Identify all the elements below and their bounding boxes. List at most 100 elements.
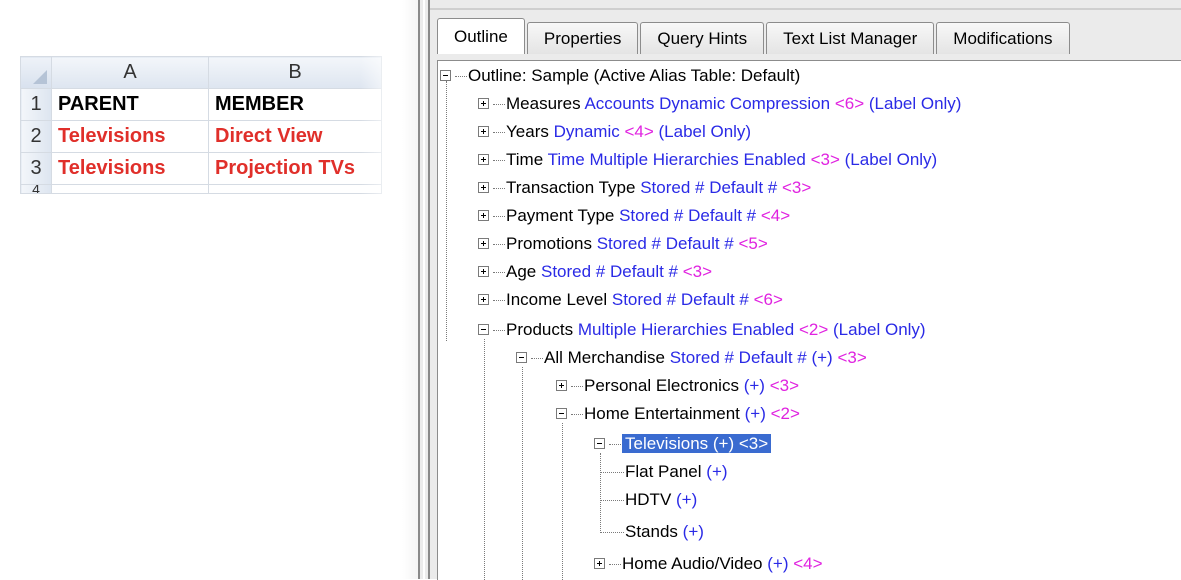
cell-a3[interactable]: Televisions	[51, 152, 209, 185]
tree-connector	[493, 330, 505, 332]
expand-icon[interactable]	[478, 154, 489, 165]
node-properties: (+)	[682, 522, 704, 541]
node-properties: Stored # Default # (+)	[669, 348, 833, 367]
outline-tree: Outline: Sample (Active Alias Table: Def…	[437, 60, 1181, 580]
window-splitter[interactable]	[418, 0, 430, 579]
spreadsheet-grid: A B 1 PARENT MEMBER 2 Televisions Direct…	[20, 56, 382, 194]
node-properties: (+)	[767, 554, 789, 573]
tree-connector	[493, 272, 505, 274]
tree-node-measures[interactable]: Measures Accounts Dynamic Compression <6…	[478, 91, 961, 117]
tab-query-hints[interactable]: Query Hints	[640, 22, 765, 54]
tree-node-flat-panel[interactable]: Flat Panel (+)	[600, 459, 728, 485]
tree-guide-line	[562, 423, 563, 580]
sheet-row: 4	[20, 184, 382, 194]
node-child-count: <6>	[834, 94, 865, 113]
tree-node-home-audio-video[interactable]: Home Audio/Video (+) <4>	[594, 551, 823, 577]
tree-connector	[493, 132, 505, 134]
node-properties: Stored # Default #	[596, 234, 734, 253]
node-label-only: (Label Only)	[868, 94, 962, 113]
cell-a1[interactable]: PARENT	[51, 88, 209, 121]
tab-properties[interactable]: Properties	[526, 22, 639, 54]
node-child-count: <2>	[770, 404, 800, 423]
tab-outline[interactable]: Outline	[437, 18, 525, 54]
column-header-a[interactable]: A	[51, 56, 209, 89]
expand-icon[interactable]	[478, 210, 489, 221]
node-child-count: <2>	[798, 320, 829, 339]
node-name: Home Entertainment	[584, 404, 740, 423]
cell-b3[interactable]: Projection TVs	[208, 152, 382, 185]
node-properties: Dynamic	[553, 122, 625, 141]
cell-b4[interactable]	[208, 184, 382, 194]
tree-node-payment-type[interactable]: Payment Type Stored # Default # <4>	[478, 203, 790, 229]
node-label-only: (Label Only)	[844, 150, 938, 169]
row-header[interactable]: 3	[20, 152, 52, 185]
expand-icon[interactable]	[478, 182, 489, 193]
cell-b2[interactable]: Direct View	[208, 120, 382, 153]
node-name: Payment Type	[506, 206, 615, 225]
tree-node-all-merchandise[interactable]: All Merchandise Stored # Default # (+) <…	[516, 345, 867, 371]
tab-label: Text List Manager	[783, 28, 918, 48]
tree-connector	[493, 160, 505, 162]
cell-b1[interactable]: MEMBER	[208, 88, 382, 121]
cell-a2[interactable]: Televisions	[51, 120, 209, 153]
expand-icon[interactable]	[478, 126, 489, 137]
tab-label: Modifications	[953, 28, 1053, 48]
node-child-count: <3>	[769, 376, 799, 395]
expand-icon[interactable]	[478, 294, 489, 305]
node-properties: Stored # Default #	[611, 290, 749, 309]
expand-icon[interactable]	[478, 98, 489, 109]
tree-connector	[493, 216, 505, 218]
tree-connector	[493, 104, 505, 106]
tree-node-years[interactable]: Years Dynamic <4> (Label Only)	[478, 119, 751, 145]
node-child-count: <3>	[682, 262, 713, 281]
image-fade-edge	[360, 0, 420, 579]
tab-label: Outline	[454, 26, 508, 46]
collapse-icon[interactable]	[478, 324, 489, 335]
tree-node-income-level[interactable]: Income Level Stored # Default # <6>	[478, 287, 783, 313]
node-properties: Stored # Default #	[619, 206, 757, 225]
tree-connector	[609, 564, 621, 566]
tree-root-node[interactable]: Outline: Sample (Active Alias Table: Def…	[440, 63, 800, 89]
column-header-b[interactable]: B	[208, 56, 382, 89]
collapse-icon[interactable]	[516, 352, 527, 363]
tab-text-list-manager[interactable]: Text List Manager	[766, 22, 935, 54]
tree-node-personal-electronics[interactable]: Personal Electronics (+) <3>	[556, 373, 799, 399]
collapse-icon[interactable]	[594, 438, 605, 449]
tab-label: Query Hints	[657, 28, 748, 48]
collapse-icon[interactable]	[556, 408, 567, 419]
tab-strip: Outline Properties Query Hints Text List…	[437, 18, 1072, 54]
tree-node-stands[interactable]: Stands (+)	[600, 519, 704, 545]
row-header[interactable]: 2	[20, 120, 52, 153]
tree-connector	[571, 386, 583, 388]
node-child-count: <3>	[781, 178, 812, 197]
tree-node-promotions[interactable]: Promotions Stored # Default # <5>	[478, 231, 768, 257]
root-label: Outline: Sample (Active Alias Table: Def…	[468, 66, 801, 85]
expand-icon[interactable]	[556, 380, 567, 391]
node-name: Stands	[625, 522, 678, 541]
expand-icon[interactable]	[478, 266, 489, 277]
node-name: Measures	[506, 94, 581, 113]
node-child-count: <4>	[760, 206, 791, 225]
tree-node-products[interactable]: Products Multiple Hierarchies Enabled <2…	[478, 317, 926, 343]
row-header[interactable]: 4	[20, 184, 52, 194]
node-label-only: (Label Only)	[833, 320, 926, 339]
tree-node-hdtv[interactable]: HDTV (+)	[600, 487, 697, 513]
tree-guide-line	[484, 339, 485, 580]
tree-node-transaction-type[interactable]: Transaction Type Stored # Default # <3>	[478, 175, 811, 201]
expand-icon[interactable]	[594, 558, 605, 569]
tree-node-home-entertainment[interactable]: Home Entertainment (+) <2>	[556, 401, 800, 427]
tree-node-time[interactable]: Time Time Multiple Hierarchies Enabled <…	[478, 147, 937, 173]
row-header[interactable]: 1	[20, 88, 52, 121]
panel-top-border	[430, 8, 1181, 10]
select-all-corner[interactable]	[20, 56, 52, 89]
expand-icon[interactable]	[478, 238, 489, 249]
tab-modifications[interactable]: Modifications	[936, 22, 1070, 54]
tree-node-televisions[interactable]: Televisions (+) <3>	[594, 431, 772, 457]
node-name: All Merchandise	[544, 348, 665, 367]
tree-guide-line	[522, 367, 523, 580]
cell-a4[interactable]	[51, 184, 209, 194]
node-name: Age	[506, 262, 537, 281]
tree-guide-line	[446, 81, 447, 341]
collapse-icon[interactable]	[440, 70, 451, 81]
tree-node-age[interactable]: Age Stored # Default # <3>	[478, 259, 712, 285]
